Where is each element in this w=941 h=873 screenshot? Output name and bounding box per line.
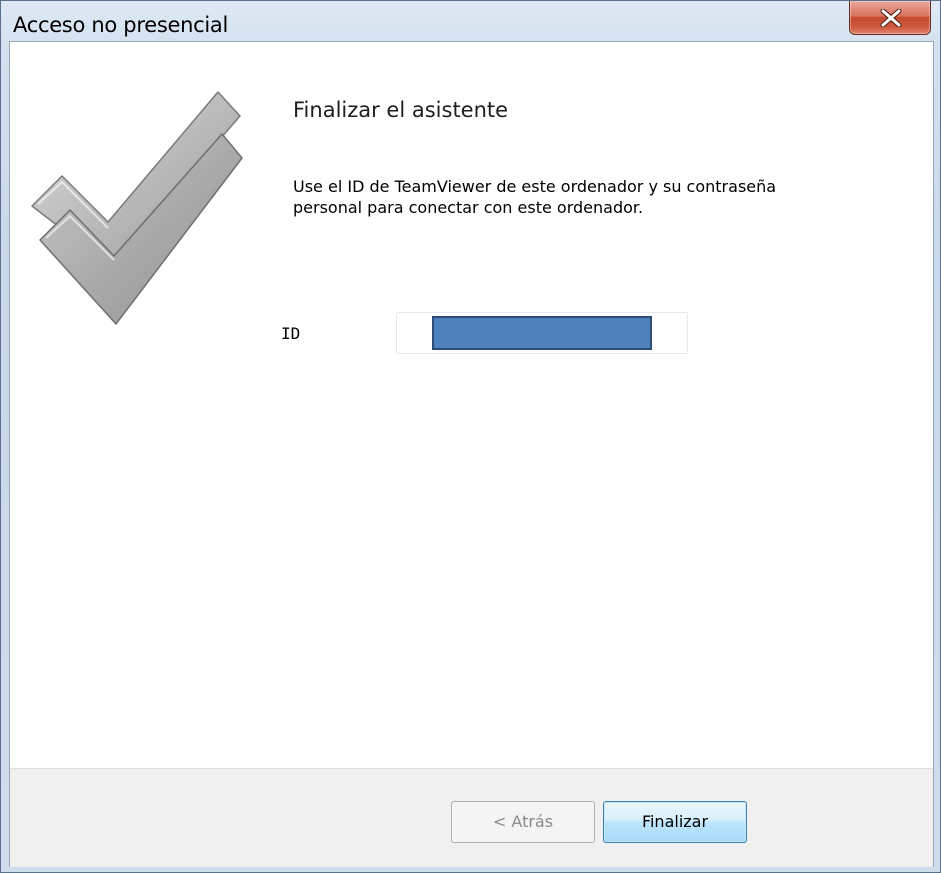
checkmark-icon <box>31 91 243 325</box>
id-label: ID <box>281 324 301 343</box>
page-description: Use el ID de TeamViewer de este ordenado… <box>293 177 777 217</box>
close-button[interactable] <box>849 1 931 35</box>
finish-button[interactable]: Finalizar <box>603 801 747 843</box>
id-field[interactable] <box>396 312 688 354</box>
dialog-window: Acceso no presencial Finalizar el asiste… <box>0 0 941 873</box>
button-bar: < Atrás Finalizar <box>10 768 933 867</box>
wizard-page: Finalizar el asistente Use el ID de Team… <box>9 41 934 867</box>
id-redaction <box>432 316 652 350</box>
back-button[interactable]: < Atrás <box>451 801 595 843</box>
title-bar[interactable]: Acceso no presencial <box>1 1 940 41</box>
close-icon <box>880 9 902 27</box>
page-heading: Finalizar el asistente <box>293 98 509 122</box>
window-title: Acceso no presencial <box>13 13 228 37</box>
